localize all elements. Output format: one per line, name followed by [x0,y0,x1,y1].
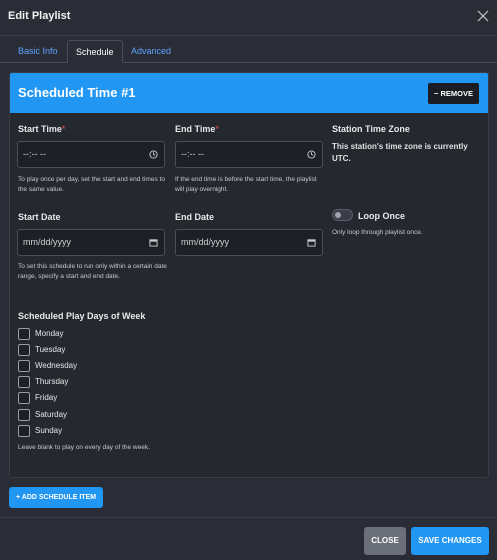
start-time-help: To play once per day, set the start and … [18,176,165,193]
end-time-label: End Time* [175,124,219,134]
toggle-knob [335,212,341,218]
checkbox[interactable] [18,328,30,340]
checkbox[interactable] [18,344,30,356]
close-icon[interactable] [477,10,489,22]
footer-divider [0,517,497,518]
date-range-help: To set this schedule to run only within … [18,263,167,280]
start-date-input[interactable]: mm/dd/yyyy [17,229,165,256]
tab-basic-info[interactable]: Basic Info [10,40,66,63]
calendar-icon [149,239,158,247]
end-time-help: If the end time is before the start time… [175,176,317,193]
schedule-item-header: Scheduled Time #1 − REMOVE [10,73,488,113]
clock-icon [307,150,316,159]
play-days-label: Scheduled Play Days of Week [18,311,146,321]
loop-once-toggle[interactable] [332,209,353,221]
schedule-item-title: Scheduled Time #1 [18,85,136,100]
tab-advanced[interactable]: Advanced [123,40,179,63]
checkbox[interactable] [18,409,30,421]
required-mark: * [61,124,66,134]
timezone-text: This station's time zone is currently UT… [332,142,468,163]
end-date-input[interactable]: mm/dd/yyyy [175,229,323,256]
save-changes-button[interactable]: SAVE CHANGES [411,527,489,555]
checkbox[interactable] [18,392,30,404]
play-days-help: Leave blank to play on every day of the … [18,444,150,451]
add-schedule-item-button[interactable]: + ADD SCHEDULE ITEM [9,487,104,508]
checkbox[interactable] [18,376,30,388]
modal-header: Edit Playlist [0,0,497,36]
calendar-icon [307,239,316,247]
end-time-input[interactable]: --:-- -- [175,141,323,168]
modal-title: Edit Playlist [8,10,71,22]
end-date-label: End Date [175,212,215,222]
remove-button[interactable]: − REMOVE [428,83,479,104]
checkbox[interactable] [18,425,30,437]
checkbox[interactable] [18,360,30,372]
clock-icon [149,150,158,159]
start-date-label: Start Date [18,212,61,222]
start-time-label: Start Time* [18,124,66,134]
start-time-input[interactable]: --:-- -- [17,141,165,168]
loop-once-label: Loop Once [358,211,405,221]
tab-bar: Basic Info Schedule Advanced [0,39,497,63]
close-button[interactable]: CLOSE [364,527,406,555]
timezone-label: Station Time Zone [332,124,410,134]
loop-once-help: Only loop through playlist once. [332,229,423,236]
required-mark: * [215,124,219,134]
tab-schedule[interactable]: Schedule [67,40,123,63]
